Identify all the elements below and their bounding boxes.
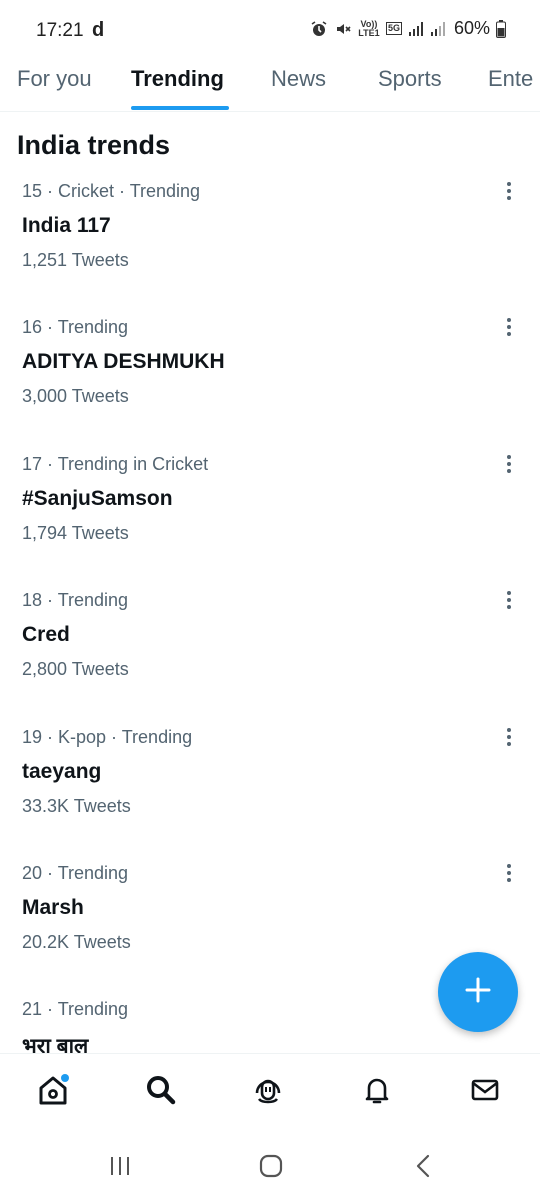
trend-meta: 15 · Cricket · Trending (22, 181, 201, 201)
trend-name: #SanjuSamson (22, 487, 173, 510)
trend-meta: 17 · Trending in Cricket (22, 454, 209, 474)
more-options-icon[interactable] (498, 313, 520, 341)
tab-for-you[interactable]: For you (17, 66, 92, 92)
trend-meta: 16 · Trending (22, 317, 129, 337)
trend-count: 33.3K Tweets (22, 796, 131, 816)
tab-news[interactable]: News (271, 66, 326, 92)
trend-item[interactable]: 17 · Trending in Cricket #SanjuSamson 1,… (0, 454, 540, 590)
trend-count: 1,251 Tweets (22, 250, 129, 270)
more-options-icon[interactable] (498, 859, 520, 887)
more-options-icon[interactable] (498, 723, 520, 751)
trend-meta: 20 · Trending (22, 863, 129, 883)
alarm-icon (310, 20, 328, 38)
nav-spaces[interactable] (248, 1072, 288, 1112)
nav-messages[interactable] (465, 1072, 505, 1112)
system-nav (0, 1135, 540, 1200)
home-circle-icon (258, 1153, 284, 1184)
trend-name: India 117 (22, 214, 111, 237)
nav-notifications[interactable] (357, 1072, 397, 1112)
trend-name: taeyang (22, 760, 102, 783)
trend-item[interactable]: 19 · K-pop · Trending taeyang 33.3K Twee… (0, 727, 540, 863)
tab-bar: For you Trending News Sports Ente (0, 60, 540, 112)
trend-meta: 21 · Trending (22, 999, 129, 1019)
recents-button[interactable] (105, 1153, 135, 1183)
spaces-icon (251, 1073, 285, 1112)
trend-item[interactable]: 15 · Cricket · Trending India 117 1,251 … (0, 181, 540, 317)
mute-icon (334, 20, 352, 38)
signal-icon-2 (430, 21, 446, 37)
more-options-icon[interactable] (498, 450, 520, 478)
home-system-button[interactable] (256, 1153, 286, 1183)
battery-percent: 60% (453, 18, 490, 38)
mail-icon (468, 1073, 502, 1112)
trend-item[interactable]: 16 · Trending ADITYA DESHMUKH 3,000 Twee… (0, 317, 540, 453)
active-tab-indicator (131, 106, 229, 110)
trend-count: 2,800 Tweets (22, 659, 129, 679)
trend-meta: 18 · Trending (22, 590, 129, 610)
back-icon (413, 1153, 433, 1184)
recents-icon (108, 1155, 132, 1182)
notification-dot (61, 1074, 69, 1082)
compose-button[interactable] (438, 952, 518, 1032)
plus-icon (464, 976, 492, 1009)
search-icon (144, 1073, 178, 1112)
trend-name: Marsh (22, 896, 84, 919)
more-options-icon[interactable] (498, 586, 520, 614)
tab-entertainment[interactable]: Ente (488, 66, 533, 92)
trend-name: Cred (22, 623, 70, 646)
tab-sports[interactable]: Sports (378, 66, 442, 92)
nav-search[interactable] (141, 1072, 181, 1112)
status-bar: 17:21 d Vo)) LTE1 5G 60% (0, 0, 540, 60)
battery-icon (496, 19, 506, 38)
status-time: 17:21 (36, 20, 84, 41)
nav-home[interactable] (33, 1072, 73, 1112)
trend-name: भरा बाल (22, 1035, 89, 1053)
trend-count: 20.2K Tweets (22, 932, 131, 952)
carrier-glyph: d (92, 19, 105, 41)
signal-icon (408, 21, 424, 37)
bottom-nav (0, 1053, 540, 1135)
trend-count: 1,794 Tweets (22, 523, 129, 543)
trend-item[interactable]: 18 · Trending Cred 2,800 Tweets (0, 590, 540, 726)
back-button[interactable] (408, 1153, 438, 1183)
status-icons: Vo)) LTE1 5G 60% (310, 18, 506, 39)
trend-name: ADITYA DESHMUKH (22, 350, 225, 373)
tab-trending[interactable]: Trending (131, 66, 224, 92)
more-options-icon[interactable] (498, 177, 520, 205)
trend-count: 3,000 Tweets (22, 386, 129, 406)
trend-meta: 19 · K-pop · Trending (22, 727, 193, 747)
network-label: 5G (385, 22, 402, 35)
volte-label: Vo)) LTE1 (358, 18, 380, 38)
bell-icon (360, 1073, 394, 1112)
section-title: India trends (17, 130, 171, 160)
